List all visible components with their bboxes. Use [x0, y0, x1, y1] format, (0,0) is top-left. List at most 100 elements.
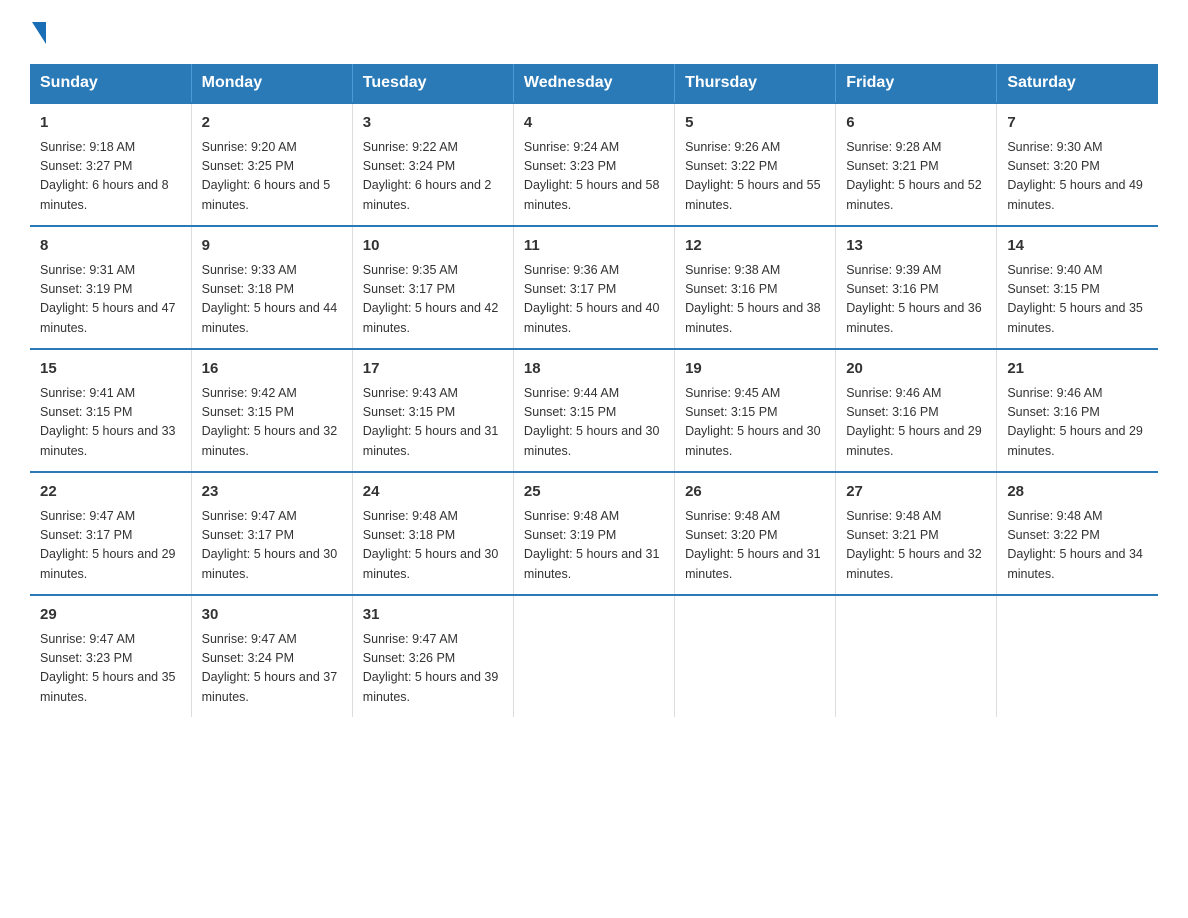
- day-info: Sunrise: 9:28 AMSunset: 3:21 PMDaylight:…: [846, 138, 986, 216]
- day-number: 25: [524, 481, 664, 504]
- weekday-header-friday: Friday: [836, 64, 997, 103]
- calendar-day-cell: 4 Sunrise: 9:24 AMSunset: 3:23 PMDaylight…: [513, 103, 674, 226]
- day-info: Sunrise: 9:38 AMSunset: 3:16 PMDaylight:…: [685, 261, 825, 339]
- calendar-day-cell: 30 Sunrise: 9:47 AMSunset: 3:24 PMDayligh…: [191, 595, 352, 717]
- calendar-day-cell: 29Sunrise: 9:47 AMSunset: 3:23 PMDayligh…: [30, 595, 191, 717]
- calendar-day-cell: 21 Sunrise: 9:46 AMSunset: 3:16 PMDayligh…: [997, 349, 1158, 472]
- day-number: 30: [202, 604, 342, 627]
- calendar-day-cell: 12Sunrise: 9:38 AMSunset: 3:16 PMDayligh…: [675, 226, 836, 349]
- weekday-header-thursday: Thursday: [675, 64, 836, 103]
- day-number: 2: [202, 112, 342, 135]
- calendar-day-cell: 31 Sunrise: 9:47 AMSunset: 3:26 PMDayligh…: [352, 595, 513, 717]
- calendar-day-cell: 8 Sunrise: 9:31 AMSunset: 3:19 PMDaylight…: [30, 226, 191, 349]
- day-number: 6: [846, 112, 986, 135]
- calendar-day-cell: 28 Sunrise: 9:48 AMSunset: 3:22 PMDayligh…: [997, 472, 1158, 595]
- calendar-day-cell: 23 Sunrise: 9:47 AMSunset: 3:17 PMDayligh…: [191, 472, 352, 595]
- logo-arrow-icon: [32, 22, 46, 44]
- day-number: 14: [1007, 235, 1148, 258]
- day-number: 24: [363, 481, 503, 504]
- day-number: 22: [40, 481, 181, 504]
- weekday-header-sunday: Sunday: [30, 64, 191, 103]
- day-number: 15: [40, 358, 181, 381]
- day-info: Sunrise: 9:47 AMSunset: 3:26 PMDaylight:…: [363, 630, 503, 708]
- calendar-day-cell: [997, 595, 1158, 717]
- day-info: Sunrise: 9:48 AMSunset: 3:19 PMDaylight:…: [524, 507, 664, 585]
- day-info: Sunrise: 9:45 AMSunset: 3:15 PMDaylight:…: [685, 384, 825, 462]
- day-number: 23: [202, 481, 342, 504]
- day-info: Sunrise: 9:24 AMSunset: 3:23 PMDaylight:…: [524, 138, 664, 216]
- day-info: Sunrise: 9:46 AMSunset: 3:16 PMDaylight:…: [846, 384, 986, 462]
- day-number: 9: [202, 235, 342, 258]
- day-number: 20: [846, 358, 986, 381]
- day-info: Sunrise: 9:40 AMSunset: 3:15 PMDaylight:…: [1007, 261, 1148, 339]
- weekday-header-saturday: Saturday: [997, 64, 1158, 103]
- calendar-day-cell: 13 Sunrise: 9:39 AMSunset: 3:16 PMDayligh…: [836, 226, 997, 349]
- day-info: Sunrise: 9:18 AMSunset: 3:27 PMDaylight:…: [40, 138, 181, 216]
- calendar-day-cell: 14 Sunrise: 9:40 AMSunset: 3:15 PMDayligh…: [997, 226, 1158, 349]
- day-number: 10: [363, 235, 503, 258]
- day-info: Sunrise: 9:43 AMSunset: 3:15 PMDaylight:…: [363, 384, 503, 462]
- day-info: Sunrise: 9:22 AMSunset: 3:24 PMDaylight:…: [363, 138, 503, 216]
- day-info: Sunrise: 9:42 AMSunset: 3:15 PMDaylight:…: [202, 384, 342, 462]
- calendar-day-cell: 24 Sunrise: 9:48 AMSunset: 3:18 PMDayligh…: [352, 472, 513, 595]
- day-number: 26: [685, 481, 825, 504]
- calendar-day-cell: 11Sunrise: 9:36 AMSunset: 3:17 PMDayligh…: [513, 226, 674, 349]
- calendar-day-cell: 25 Sunrise: 9:48 AMSunset: 3:19 PMDayligh…: [513, 472, 674, 595]
- weekday-header-wednesday: Wednesday: [513, 64, 674, 103]
- logo: [30, 20, 46, 44]
- day-number: 1: [40, 112, 181, 135]
- day-info: Sunrise: 9:48 AMSunset: 3:21 PMDaylight:…: [846, 507, 986, 585]
- day-info: Sunrise: 9:41 AMSunset: 3:15 PMDaylight:…: [40, 384, 181, 462]
- weekday-header-monday: Monday: [191, 64, 352, 103]
- day-info: Sunrise: 9:48 AMSunset: 3:22 PMDaylight:…: [1007, 507, 1148, 585]
- day-info: Sunrise: 9:26 AMSunset: 3:22 PMDaylight:…: [685, 138, 825, 216]
- weekday-header-tuesday: Tuesday: [352, 64, 513, 103]
- day-number: 28: [1007, 481, 1148, 504]
- day-number: 13: [846, 235, 986, 258]
- day-number: 29: [40, 604, 181, 627]
- calendar-day-cell: 26 Sunrise: 9:48 AMSunset: 3:20 PMDayligh…: [675, 472, 836, 595]
- day-info: Sunrise: 9:48 AMSunset: 3:20 PMDaylight:…: [685, 507, 825, 585]
- day-info: Sunrise: 9:47 AMSunset: 3:17 PMDaylight:…: [40, 507, 181, 585]
- day-info: Sunrise: 9:46 AMSunset: 3:16 PMDaylight:…: [1007, 384, 1148, 462]
- calendar-day-cell: 7 Sunrise: 9:30 AMSunset: 3:20 PMDaylight…: [997, 103, 1158, 226]
- calendar-day-cell: 16 Sunrise: 9:42 AMSunset: 3:15 PMDayligh…: [191, 349, 352, 472]
- calendar-day-cell: 3Sunrise: 9:22 AMSunset: 3:24 PMDaylight…: [352, 103, 513, 226]
- calendar-day-cell: 18Sunrise: 9:44 AMSunset: 3:15 PMDayligh…: [513, 349, 674, 472]
- calendar-week-row: 29Sunrise: 9:47 AMSunset: 3:23 PMDayligh…: [30, 595, 1158, 717]
- calendar-week-row: 15 Sunrise: 9:41 AMSunset: 3:15 PMDayligh…: [30, 349, 1158, 472]
- day-info: Sunrise: 9:35 AMSunset: 3:17 PMDaylight:…: [363, 261, 503, 339]
- day-number: 27: [846, 481, 986, 504]
- calendar-day-cell: 5Sunrise: 9:26 AMSunset: 3:22 PMDaylight…: [675, 103, 836, 226]
- weekday-header-row: SundayMondayTuesdayWednesdayThursdayFrid…: [30, 64, 1158, 103]
- calendar-day-cell: [836, 595, 997, 717]
- calendar-week-row: 8 Sunrise: 9:31 AMSunset: 3:19 PMDaylight…: [30, 226, 1158, 349]
- page-header: [30, 20, 1158, 44]
- day-info: Sunrise: 9:20 AMSunset: 3:25 PMDaylight:…: [202, 138, 342, 216]
- calendar-day-cell: 17Sunrise: 9:43 AMSunset: 3:15 PMDayligh…: [352, 349, 513, 472]
- day-number: 8: [40, 235, 181, 258]
- day-number: 4: [524, 112, 664, 135]
- calendar-day-cell: 15 Sunrise: 9:41 AMSunset: 3:15 PMDayligh…: [30, 349, 191, 472]
- day-info: Sunrise: 9:30 AMSunset: 3:20 PMDaylight:…: [1007, 138, 1148, 216]
- day-number: 21: [1007, 358, 1148, 381]
- calendar-day-cell: 2 Sunrise: 9:20 AMSunset: 3:25 PMDaylight…: [191, 103, 352, 226]
- day-number: 7: [1007, 112, 1148, 135]
- calendar-week-row: 1 Sunrise: 9:18 AMSunset: 3:27 PMDaylight…: [30, 103, 1158, 226]
- day-number: 31: [363, 604, 503, 627]
- day-info: Sunrise: 9:39 AMSunset: 3:16 PMDaylight:…: [846, 261, 986, 339]
- calendar-day-cell: 19Sunrise: 9:45 AMSunset: 3:15 PMDayligh…: [675, 349, 836, 472]
- day-number: 18: [524, 358, 664, 381]
- day-info: Sunrise: 9:48 AMSunset: 3:18 PMDaylight:…: [363, 507, 503, 585]
- calendar-day-cell: 1 Sunrise: 9:18 AMSunset: 3:27 PMDaylight…: [30, 103, 191, 226]
- day-info: Sunrise: 9:31 AMSunset: 3:19 PMDaylight:…: [40, 261, 181, 339]
- calendar-day-cell: 9Sunrise: 9:33 AMSunset: 3:18 PMDaylight…: [191, 226, 352, 349]
- day-info: Sunrise: 9:36 AMSunset: 3:17 PMDaylight:…: [524, 261, 664, 339]
- day-info: Sunrise: 9:47 AMSunset: 3:17 PMDaylight:…: [202, 507, 342, 585]
- calendar-day-cell: 20 Sunrise: 9:46 AMSunset: 3:16 PMDayligh…: [836, 349, 997, 472]
- calendar-day-cell: 10 Sunrise: 9:35 AMSunset: 3:17 PMDayligh…: [352, 226, 513, 349]
- calendar-day-cell: [675, 595, 836, 717]
- calendar-day-cell: 6 Sunrise: 9:28 AMSunset: 3:21 PMDaylight…: [836, 103, 997, 226]
- day-number: 16: [202, 358, 342, 381]
- day-info: Sunrise: 9:47 AMSunset: 3:24 PMDaylight:…: [202, 630, 342, 708]
